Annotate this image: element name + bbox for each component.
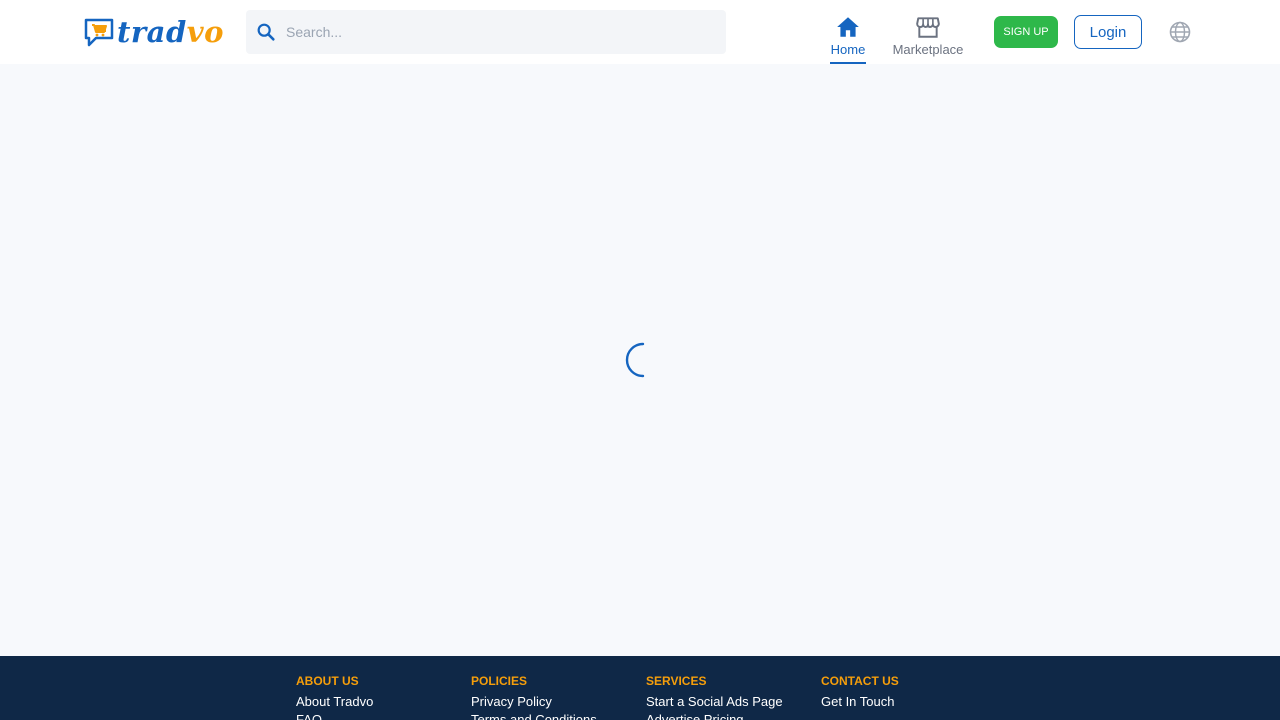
spinner-icon (625, 342, 645, 378)
footer-heading-policies: POLICIES (471, 674, 528, 688)
logo-wordmark-part2: vo (186, 14, 224, 49)
footer-col-services: SERVICES Start a Social Ads Page Adverti… (646, 673, 816, 720)
footer-col-about: ABOUT US About Tradvo FAQ (296, 673, 466, 720)
globe-icon[interactable] (1168, 20, 1192, 44)
search-icon[interactable] (255, 21, 277, 43)
signup-button[interactable]: SIGN UP (994, 16, 1058, 48)
nav-home[interactable]: Home (820, 14, 876, 64)
footer-link-privacy-policy[interactable]: Privacy Policy (471, 694, 641, 710)
active-tab-indicator (830, 62, 866, 64)
home-icon (837, 17, 859, 37)
nav-marketplace-label: Marketplace (892, 42, 964, 57)
login-button[interactable]: Login (1074, 15, 1142, 49)
footer-heading-services: SERVICES (646, 674, 707, 688)
footer: ABOUT US About Tradvo FAQ POLICIES Priva… (0, 656, 1280, 720)
logo-wordmark: tradvo (117, 14, 224, 49)
footer-col-policies: POLICIES Privacy Policy Terms and Condit… (471, 673, 641, 720)
nav-home-label: Home (830, 42, 866, 57)
storefront-icon (916, 17, 940, 38)
footer-col-contact: CONTACT US Get In Touch (821, 673, 991, 710)
search-input[interactable] (286, 10, 716, 54)
logo-wordmark-part1: trad (117, 14, 187, 49)
footer-link-advertise-pricing[interactable]: Advertise Pricing (646, 712, 816, 720)
footer-link-about-tradvo[interactable]: About Tradvo (296, 694, 466, 710)
footer-link-social-ads[interactable]: Start a Social Ads Page (646, 694, 816, 710)
footer-heading-about: ABOUT US (296, 674, 359, 688)
footer-link-faq[interactable]: FAQ (296, 712, 466, 720)
chat-cart-icon (84, 18, 114, 47)
top-header: tradvo Home Marketplace SIGN UP Login (0, 0, 1280, 64)
footer-heading-contact: CONTACT US (821, 674, 899, 688)
footer-link-terms[interactable]: Terms and Conditions (471, 712, 641, 720)
search-bar (246, 10, 726, 54)
footer-link-get-in-touch[interactable]: Get In Touch (821, 694, 991, 710)
nav-marketplace[interactable]: Marketplace (884, 14, 972, 64)
tradvo-logo[interactable]: tradvo (84, 14, 224, 50)
